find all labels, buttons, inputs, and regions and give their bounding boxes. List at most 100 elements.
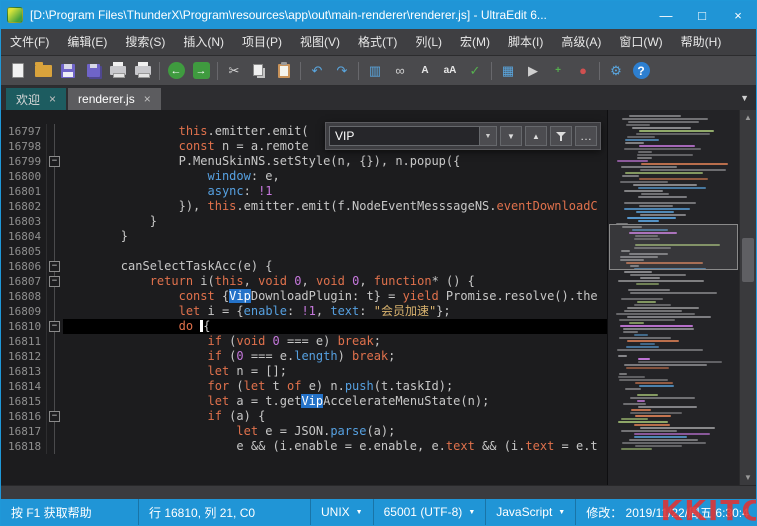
status-help-text: 按 F1 获取帮助 — [11, 505, 92, 520]
print-preview-icon[interactable] — [131, 59, 155, 83]
cut-icon[interactable]: ✂ — [222, 59, 246, 83]
save-all-icon[interactable] — [81, 59, 105, 83]
maximize-button[interactable]: □ — [684, 1, 720, 29]
editor-line-16801[interactable]: 16801 async: !1 — [1, 184, 607, 199]
find-icon[interactable]: ∞ — [388, 59, 412, 83]
open-folder-icon[interactable] — [31, 59, 55, 83]
go-icon[interactable]: → — [189, 59, 213, 83]
menu-item[interactable]: 列(L) — [406, 29, 451, 55]
menu-item[interactable]: 高级(A) — [552, 29, 610, 55]
editor-line-16807[interactable]: 16807− return i(this, void 0, void 0, fu… — [1, 274, 607, 289]
menu-item[interactable]: 格式(T) — [349, 29, 406, 55]
toolbar-divider — [300, 61, 301, 80]
menu-item[interactable]: 视图(V) — [291, 29, 349, 55]
status-position[interactable]: 行 16810, 列 21, C0 — [139, 499, 311, 525]
back-icon[interactable]: ← — [164, 59, 188, 83]
scroll-down-icon[interactable]: ▼ — [740, 470, 756, 485]
scrollbar-thumb[interactable] — [742, 238, 754, 282]
record-icon[interactable]: ● — [571, 59, 595, 83]
play-macro-icon[interactable]: ▶ — [521, 59, 545, 83]
fold-collapse-icon[interactable]: − — [49, 261, 60, 272]
editor-line-16802[interactable]: 16802 }), this.emitter.emit(f.NodeEventM… — [1, 199, 607, 214]
minimap[interactable] — [607, 110, 739, 485]
code-text: for (let t of e) n.push(t.taskId); — [207, 379, 454, 393]
paste-icon[interactable] — [272, 59, 296, 83]
chevron-down-icon: ▼ — [355, 508, 363, 516]
find-more-button[interactable]: … — [575, 126, 597, 146]
line-number: 16815 — [1, 394, 47, 409]
editor-line-16799[interactable]: 16799− P.MenuSkinNS.setStyle(n, {}), n.p… — [1, 154, 607, 169]
editor-line-16804[interactable]: 16804 } — [1, 229, 607, 244]
find-filter-button[interactable] — [550, 126, 572, 146]
code-pane[interactable]: 16797 this.emitter.emit(16798 const n = … — [1, 110, 607, 485]
fold-collapse-icon[interactable]: − — [49, 276, 60, 287]
menu-item[interactable]: 帮助(H) — [672, 29, 731, 55]
editor-line-16813[interactable]: 16813 let n = []; — [1, 364, 607, 379]
menu-item[interactable]: 宏(M) — [451, 29, 499, 55]
find-next-button[interactable]: ▼ — [500, 126, 522, 146]
column-mode-icon[interactable]: ▥ — [363, 59, 387, 83]
fold-collapse-icon[interactable]: − — [49, 321, 60, 332]
fold-collapse-icon[interactable]: − — [49, 156, 60, 167]
spellcheck-icon-glyph: ✓ — [469, 62, 481, 78]
editor-line-16811[interactable]: 16811 if (void 0 === e) break; — [1, 334, 607, 349]
settings-gear-icon[interactable]: ⚙ — [604, 59, 628, 83]
new-file-icon[interactable] — [6, 59, 30, 83]
status-syntax[interactable]: JavaScript ▼ — [486, 499, 577, 525]
menu-item[interactable]: 脚本(I) — [499, 29, 552, 55]
tab-close-icon[interactable]: × — [49, 92, 56, 106]
tab-list-dropdown-icon[interactable]: ▼ — [740, 93, 749, 103]
case-toggle-icon[interactable]: aA — [438, 59, 462, 83]
redo-icon[interactable]: ↷ — [330, 59, 354, 83]
minimize-button[interactable]: — — [648, 1, 684, 29]
fold-column — [47, 139, 63, 154]
vertical-scrollbar[interactable]: ▲ ▼ — [739, 110, 756, 485]
fold-column[interactable]: − — [47, 319, 63, 334]
editor-line-16817[interactable]: 16817 let e = JSON.parse(a); — [1, 424, 607, 439]
editor-line-16809[interactable]: 16809 let i = {enable: !1, text: "会员加速"}… — [1, 304, 607, 319]
status-encoding[interactable]: 65001 (UTF-8) ▼ — [374, 499, 487, 525]
editor-line-16810[interactable]: 16810− do { — [1, 319, 607, 334]
editor-line-16815[interactable]: 16815 let a = t.getVipAccelerateMenuStat… — [1, 394, 607, 409]
fold-column[interactable]: − — [47, 274, 63, 289]
undo-icon[interactable]: ↶ — [305, 59, 329, 83]
tab-close-icon[interactable]: × — [144, 92, 151, 106]
fold-column[interactable]: − — [47, 259, 63, 274]
title-bar[interactable]: [D:\Program Files\ThunderX\Program\resou… — [1, 1, 756, 29]
editor-line-16805[interactable]: 16805 — [1, 244, 607, 259]
uppercase-icon[interactable]: A — [413, 59, 437, 83]
help-icon[interactable]: ? — [629, 59, 653, 83]
minimap-viewport[interactable] — [609, 224, 738, 270]
editor-line-16803[interactable]: 16803 } — [1, 214, 607, 229]
status-line-ending[interactable]: UNIX ▼ — [311, 499, 374, 525]
table-icon[interactable]: ▦ — [496, 59, 520, 83]
fold-column[interactable]: − — [47, 154, 63, 169]
menu-item[interactable]: 插入(N) — [174, 29, 233, 55]
editor-line-16812[interactable]: 16812 if (0 === e.length) break; — [1, 349, 607, 364]
fold-column[interactable]: − — [47, 409, 63, 424]
editor-line-16800[interactable]: 16800 window: e, — [1, 169, 607, 184]
save-icon[interactable] — [56, 59, 80, 83]
menu-item[interactable]: 文件(F) — [1, 29, 58, 55]
editor-line-16816[interactable]: 16816− if (a) { — [1, 409, 607, 424]
find-input[interactable] — [330, 127, 479, 145]
print-icon[interactable] — [106, 59, 130, 83]
editor-line-16808[interactable]: 16808 const {VipDownloadPlugin: t} = yie… — [1, 289, 607, 304]
spellcheck-icon[interactable]: ✓ — [463, 59, 487, 83]
editor-line-16806[interactable]: 16806− canSelectTaskAcc(e) { — [1, 259, 607, 274]
find-prev-button[interactable]: ▲ — [525, 126, 547, 146]
tab-welcome[interactable]: 欢迎 × — [6, 88, 67, 110]
menu-item[interactable]: 搜索(S) — [116, 29, 174, 55]
editor-line-16818[interactable]: 16818 e && (i.enable = e.enable, e.text … — [1, 439, 607, 454]
editor-line-16814[interactable]: 16814 for (let t of e) n.push(t.taskId); — [1, 379, 607, 394]
close-button[interactable]: × — [720, 1, 756, 29]
tab-renderer-js[interactable]: renderer.js × — [68, 88, 161, 110]
add-icon[interactable]: + — [546, 59, 570, 83]
menu-item[interactable]: 项目(P) — [233, 29, 291, 55]
scroll-up-icon[interactable]: ▲ — [740, 110, 756, 125]
menu-item[interactable]: 编辑(E) — [58, 29, 116, 55]
menu-item[interactable]: 窗口(W) — [610, 29, 671, 55]
fold-collapse-icon[interactable]: − — [49, 411, 60, 422]
copy-icon[interactable] — [247, 59, 271, 83]
combo-dropdown-icon[interactable]: ▼ — [479, 127, 496, 145]
